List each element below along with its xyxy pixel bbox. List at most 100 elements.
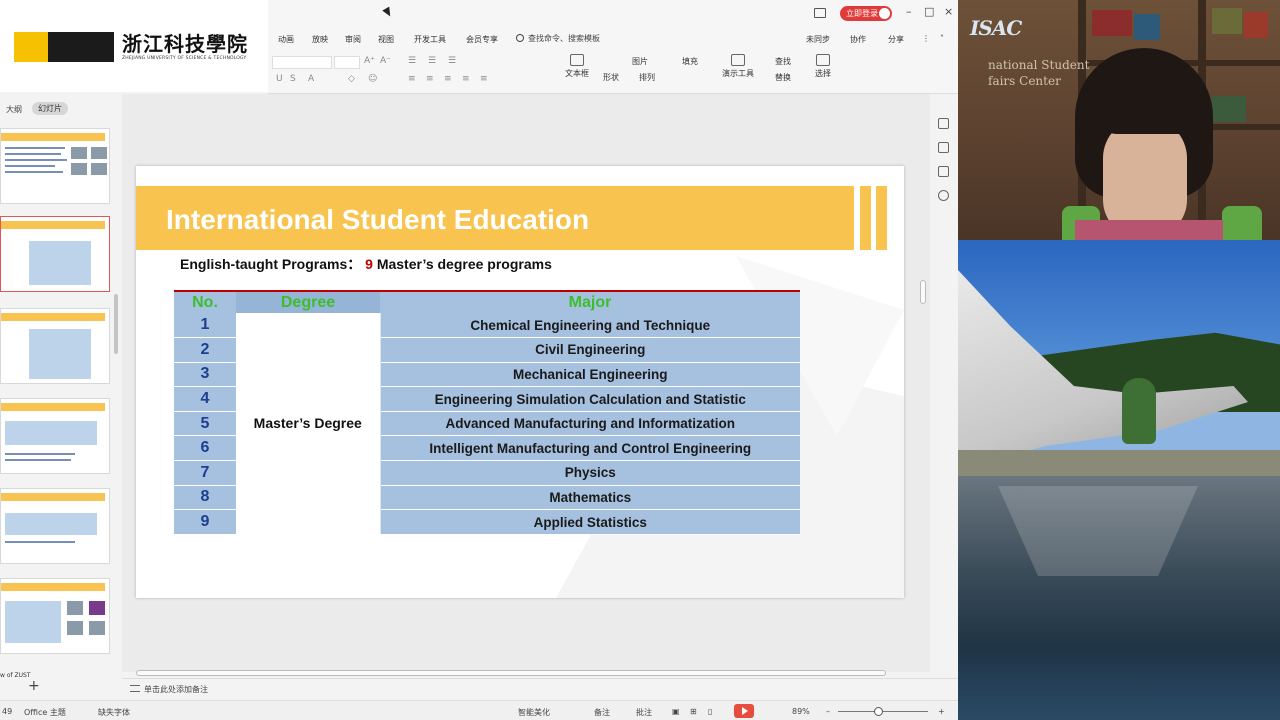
row-number: 6 — [174, 435, 236, 462]
font-color-icon[interactable]: A — [308, 74, 314, 84]
search-icon — [516, 34, 524, 42]
major-cell: Mechanical Engineering — [380, 362, 800, 388]
tab-slides[interactable]: 幻灯片 — [32, 102, 68, 115]
animation-pane-icon[interactable] — [938, 142, 949, 153]
major-cell: Civil Engineering — [380, 337, 800, 363]
slide-thumbnail[interactable] — [0, 398, 110, 474]
row-number: 7 — [174, 460, 236, 486]
normal-view-icon[interactable]: ▣ — [672, 707, 680, 716]
title-bar: 立即登录 – □ × — [268, 0, 958, 28]
font-size-select[interactable] — [334, 56, 360, 69]
maximize-icon[interactable]: □ — [924, 5, 934, 18]
presentation-tools-button[interactable]: 演示工具 — [716, 54, 760, 79]
status-bar: 49 Office 主题 缺失字体 智能美化 备注 批注 ▣ ⊞ ▯ 89% –… — [0, 700, 958, 720]
row-number: 8 — [174, 485, 236, 511]
thumbnail-scrollbar[interactable] — [114, 294, 118, 354]
tab-outline[interactable]: 大纲 — [6, 104, 22, 115]
strikethrough-icon[interactable]: S — [290, 74, 296, 84]
highlight-icon[interactable]: ☺ — [368, 74, 377, 84]
collaborate-button[interactable]: 协作 — [850, 34, 866, 45]
shape-button[interactable]: 形状 — [598, 72, 624, 83]
underline-icon[interactable]: U — [276, 74, 283, 84]
align-center-icon[interactable]: ≡ — [426, 74, 434, 84]
current-slide[interactable]: International Student Education English-… — [136, 166, 904, 598]
chair-back — [1222, 206, 1262, 240]
zoom-level[interactable]: 89% — [792, 707, 810, 716]
more-options-icon[interactable]: ⋮ — [922, 34, 930, 43]
arrange-button[interactable]: 排列 — [632, 72, 662, 83]
zoom-in-icon[interactable]: + — [938, 707, 945, 716]
degree-cell: Master’s Degree — [236, 313, 381, 535]
fill-button[interactable]: 填充 — [682, 56, 712, 67]
replace-button[interactable]: 替换 — [768, 72, 798, 83]
textbox-button[interactable]: 文本框 — [562, 54, 592, 79]
menu-review[interactable]: 审阅 — [345, 34, 361, 45]
campus-video-feed — [958, 240, 1280, 720]
slide-thumbnail[interactable] — [0, 488, 110, 564]
zoom-slider-handle[interactable] — [874, 707, 883, 716]
find-button[interactable]: 查找 — [768, 56, 798, 67]
ribbon-toolbar: A⁺ A⁻ U S A ◇ ☺ ☰ ☰ ☰ ≡ ≡ ≡ ≡ ≡ 文本框 形状 图… — [268, 50, 958, 94]
notes-bar[interactable]: 单击此处添加备注 — [122, 678, 958, 698]
major-cell: Physics — [380, 460, 800, 486]
reading-view-icon[interactable]: ▯ — [708, 707, 712, 716]
header-degree: Degree — [236, 291, 380, 313]
command-search-label: 查找命令、搜索模板 — [528, 34, 600, 43]
subtitle-count: 9 — [365, 256, 373, 272]
zoom-out-icon[interactable]: – — [826, 707, 830, 716]
notes-toggle[interactable]: 备注 — [594, 707, 610, 718]
slide-thumbnail[interactable] — [0, 308, 110, 384]
menu-slideshow[interactable]: 放映 — [312, 34, 328, 45]
slide-thumbnail[interactable] — [0, 128, 110, 204]
window-layout-icon[interactable] — [814, 8, 826, 18]
play-slideshow-button[interactable] — [734, 704, 754, 718]
sorter-view-icon[interactable]: ⊞ — [690, 707, 697, 716]
align-right-icon[interactable]: ≡ — [444, 74, 452, 84]
numbering-icon[interactable]: ☰ — [428, 56, 436, 66]
vertical-scrollbar[interactable] — [920, 280, 926, 304]
subtitle-suffix: Master’s degree programs — [376, 256, 552, 272]
slide-thumbnail-selected[interactable] — [0, 216, 110, 292]
picture-button[interactable]: 图片 — [632, 56, 672, 67]
align-left-icon[interactable]: ≡ — [408, 74, 416, 84]
tree — [1122, 378, 1156, 444]
distribute-icon[interactable]: ≡ — [480, 74, 488, 84]
sync-status[interactable]: 未同步 — [806, 34, 830, 45]
bullets-icon[interactable]: ☰ — [408, 56, 416, 66]
add-slide-icon[interactable]: + — [28, 678, 40, 694]
select-button[interactable]: 选择 — [810, 54, 836, 79]
grow-font-icon[interactable]: A⁺ — [364, 56, 375, 66]
row-number: 3 — [174, 362, 236, 388]
transition-pane-icon[interactable] — [938, 166, 949, 177]
avatar — [879, 8, 890, 19]
slide-number: 49 — [2, 707, 13, 716]
missing-font-button[interactable]: 缺失字体 — [98, 707, 130, 718]
collapse-ribbon-icon[interactable]: ˄ — [940, 34, 944, 43]
horizontal-scrollbar[interactable] — [136, 670, 886, 676]
justify-icon[interactable]: ≡ — [462, 74, 470, 84]
close-icon[interactable]: × — [944, 5, 953, 18]
zoom-slider[interactable] — [838, 711, 928, 712]
select-label: 选择 — [815, 69, 831, 78]
university-logo: 浙江科技學院 ZHEJIANG UNIVERSITY OF SCIENCE & … — [0, 0, 268, 92]
comments-toggle[interactable]: 批注 — [636, 707, 652, 718]
font-name-select[interactable] — [272, 56, 332, 69]
login-button[interactable]: 立即登录 — [840, 6, 892, 21]
login-label: 立即登录 — [846, 9, 878, 18]
share-button[interactable]: 分享 — [888, 34, 904, 45]
theme-name[interactable]: Office 主题 — [24, 707, 66, 718]
command-search[interactable]: 查找命令、搜索模板 — [514, 32, 600, 46]
clear-format-icon[interactable]: ◇ — [348, 74, 355, 84]
side-tool-strip — [930, 94, 958, 672]
minimize-icon[interactable]: – — [906, 5, 912, 18]
properties-icon[interactable] — [938, 118, 949, 129]
help-icon[interactable] — [938, 190, 949, 201]
menu-member[interactable]: 会员专享 — [466, 34, 498, 45]
indent-icon[interactable]: ☰ — [448, 56, 456, 66]
menu-developer[interactable]: 开发工具 — [414, 34, 446, 45]
shrink-font-icon[interactable]: A⁻ — [380, 56, 391, 66]
slide-thumbnail[interactable] — [0, 578, 110, 654]
beautify-button[interactable]: 智能美化 — [518, 707, 550, 718]
menu-animation[interactable]: 动画 — [278, 34, 294, 45]
menu-view[interactable]: 视图 — [378, 34, 394, 45]
